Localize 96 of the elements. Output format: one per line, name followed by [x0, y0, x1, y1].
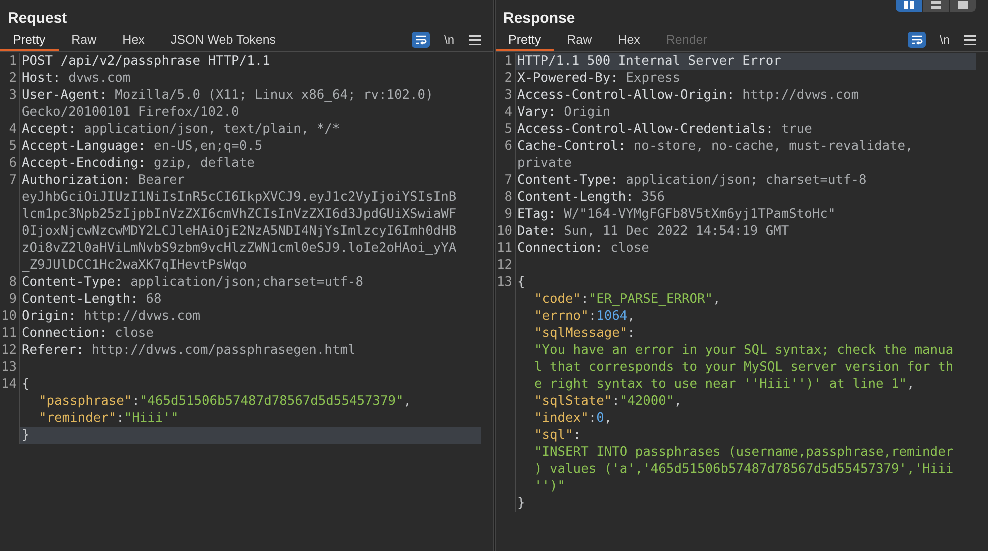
code-line: Access-Control-Allow-Origin: http://dvws.com	[516, 87, 860, 104]
line-number: 3	[9, 87, 17, 104]
code-line: Host: dvws.com	[21, 70, 132, 87]
line-number: 1	[9, 53, 17, 70]
menu-button[interactable]	[468, 34, 480, 46]
menu-button[interactable]	[964, 34, 976, 46]
panel-title: Request	[8, 11, 68, 26]
line-number: 11	[496, 240, 512, 257]
line-number: 8	[504, 189, 512, 206]
line-number: 4	[9, 121, 17, 138]
tab[interactable]: Raw	[554, 31, 606, 51]
layout-toggle[interactable]	[896, 0, 922, 12]
code-line: Accept-Encoding: gzip, deflate	[21, 155, 256, 172]
code-line: Accept-Language: en-US,en;q=0.5	[21, 138, 264, 155]
line-number: 13	[1, 359, 17, 376]
code-line: {	[516, 274, 526, 291]
code-line: "index":0,	[534, 410, 614, 427]
line-number: 4	[504, 104, 512, 121]
code-line: "errno":1064,	[534, 308, 636, 325]
code-line: "sqlState":"42000",	[534, 393, 683, 410]
line-number: 2	[9, 70, 17, 87]
columns-icon	[904, 1, 914, 9]
line-number: 6	[504, 138, 512, 155]
code-line: "You have an error in your SQL syntax; check the manua	[534, 342, 955, 359]
code-line: private	[516, 155, 573, 172]
code-line: "passphrase":"465d51506b57487d78567d5d55457379",	[38, 393, 413, 410]
layout-toggle[interactable]	[923, 0, 949, 12]
tab[interactable]: Raw	[58, 31, 110, 51]
line-number: 14	[1, 376, 17, 393]
code-line: ETag: W/"164-VYMgFGFb8V5tXm6yj1TPamStoHc"	[516, 206, 837, 223]
layout-toggle[interactable]	[950, 0, 976, 12]
line-number: 8	[9, 274, 17, 291]
line-number: 9	[9, 291, 17, 308]
code-line: eyJhbGciOiJIUzI1NiIsInR5cCI6IkpXVCJ9.eyJ1c2VyIjoiYSIsInB	[21, 189, 458, 206]
code-line: Origin: http://dvws.com	[21, 308, 202, 325]
code-line: Date: Sun, 11 Dec 2022 14:54:19 GMT	[516, 223, 790, 240]
code-line: zOi8vZ2l0aHViLmNvbS9zbm9vcHlzZWN1cml0eSJ9.loIe2oHAoi_yYA	[21, 240, 458, 257]
line-number: 7	[9, 172, 17, 189]
rows-icon	[931, 1, 941, 9]
code-line: _Z9JUlDCC1Hc2waXK7qIHevtPsWqo	[21, 257, 248, 274]
code-line: ) values ('a','465d51506b57487d78567d5d55457379','Hiii	[534, 461, 955, 478]
single-pane-icon	[958, 1, 968, 9]
code-line: 0IjoxNjcwNzcwMDY2LCJleHAiOjE2NzA5NDI4NjYsImlzcyI6Imh0dHB	[21, 223, 458, 240]
line-number: 5	[9, 138, 17, 155]
code-line: {	[21, 376, 31, 393]
code-line: Access-Control-Allow-Credentials: true	[516, 121, 814, 138]
line-number: 11	[1, 325, 17, 342]
tab[interactable]: Pretty	[496, 31, 554, 51]
line-number: 1	[504, 53, 512, 70]
line-number: 12	[496, 257, 512, 274]
line-number: 10	[1, 308, 17, 325]
code-line: '')"	[534, 478, 567, 495]
wrap-lines-button[interactable]	[908, 32, 926, 48]
panel-title: Response	[504, 11, 576, 26]
tab[interactable]: Hex	[110, 31, 158, 51]
code-line: Cache-Control: no-store, no-cache, must-revalidate,	[516, 138, 914, 155]
code-line: Content-Length: 68	[21, 291, 163, 308]
line-number: 5	[504, 121, 512, 138]
wrap-icon	[910, 35, 923, 45]
code-line: }	[516, 495, 526, 512]
code-line: e right syntax to use near ''Hiii'')' at line 1",	[534, 376, 916, 393]
newline-toggle[interactable]: \n	[940, 34, 950, 46]
code-line: "INSERT INTO passphrases (username,passphrase,reminder	[534, 444, 955, 461]
line-number: 3	[504, 87, 512, 104]
code-line: l that corresponds to your MySQL server version for th	[534, 359, 955, 376]
code-line: Connection: close	[21, 325, 155, 342]
code-line: Connection: close	[516, 240, 650, 257]
code-line: Authorization: Bearer	[21, 172, 186, 189]
code-line: POST /api/v2/passphrase HTTP/1.1	[21, 53, 272, 70]
line-number: 6	[9, 155, 17, 172]
wrap-lines-button[interactable]	[412, 32, 430, 48]
code-line: X-Powered-By: Express	[516, 70, 682, 87]
code-line: "sqlMessage":	[534, 325, 636, 342]
line-number: 2	[504, 70, 512, 87]
tab[interactable]: JSON Web Tokens	[158, 31, 290, 51]
code-line: "sql":	[534, 427, 582, 444]
code-line: "reminder":"Hiii'"	[38, 410, 180, 427]
code-line: Gecko/20100101 Firefox/102.0	[21, 104, 240, 121]
code-line: Content-Length: 356	[516, 189, 666, 206]
code-line: Referer: http://dvws.com/passphrasegen.html	[21, 342, 357, 359]
line-number: 12	[1, 342, 17, 359]
code-line: Content-Type: application/json;charset=utf-8	[21, 274, 364, 291]
code-line: User-Agent: Mozilla/5.0 (X11; Linux x86_64; rv:102.0)	[21, 87, 434, 104]
line-number: 7	[504, 172, 512, 189]
line-number: 13	[496, 274, 512, 291]
code-line: "code":"ER_PARSE_ERROR",	[534, 291, 722, 308]
line-number: 10	[496, 223, 512, 240]
code-line: Content-Type: application/json; charset=utf-8	[516, 172, 868, 189]
newline-toggle[interactable]: \n	[444, 34, 454, 46]
tab[interactable]: Hex	[605, 31, 654, 51]
code-line: Accept: application/json, text/plain, */*	[21, 121, 342, 138]
line-number: 9	[504, 206, 512, 223]
wrap-icon	[415, 35, 428, 45]
code-line: lcm1pc3Npb25zIjpbInVzZXI6cmVhZCIsInVzZXI6d3JpdGUiXSwiaWF	[21, 206, 458, 223]
code-line: Vary: Origin	[516, 104, 612, 121]
tab[interactable]: Pretty	[0, 31, 59, 51]
